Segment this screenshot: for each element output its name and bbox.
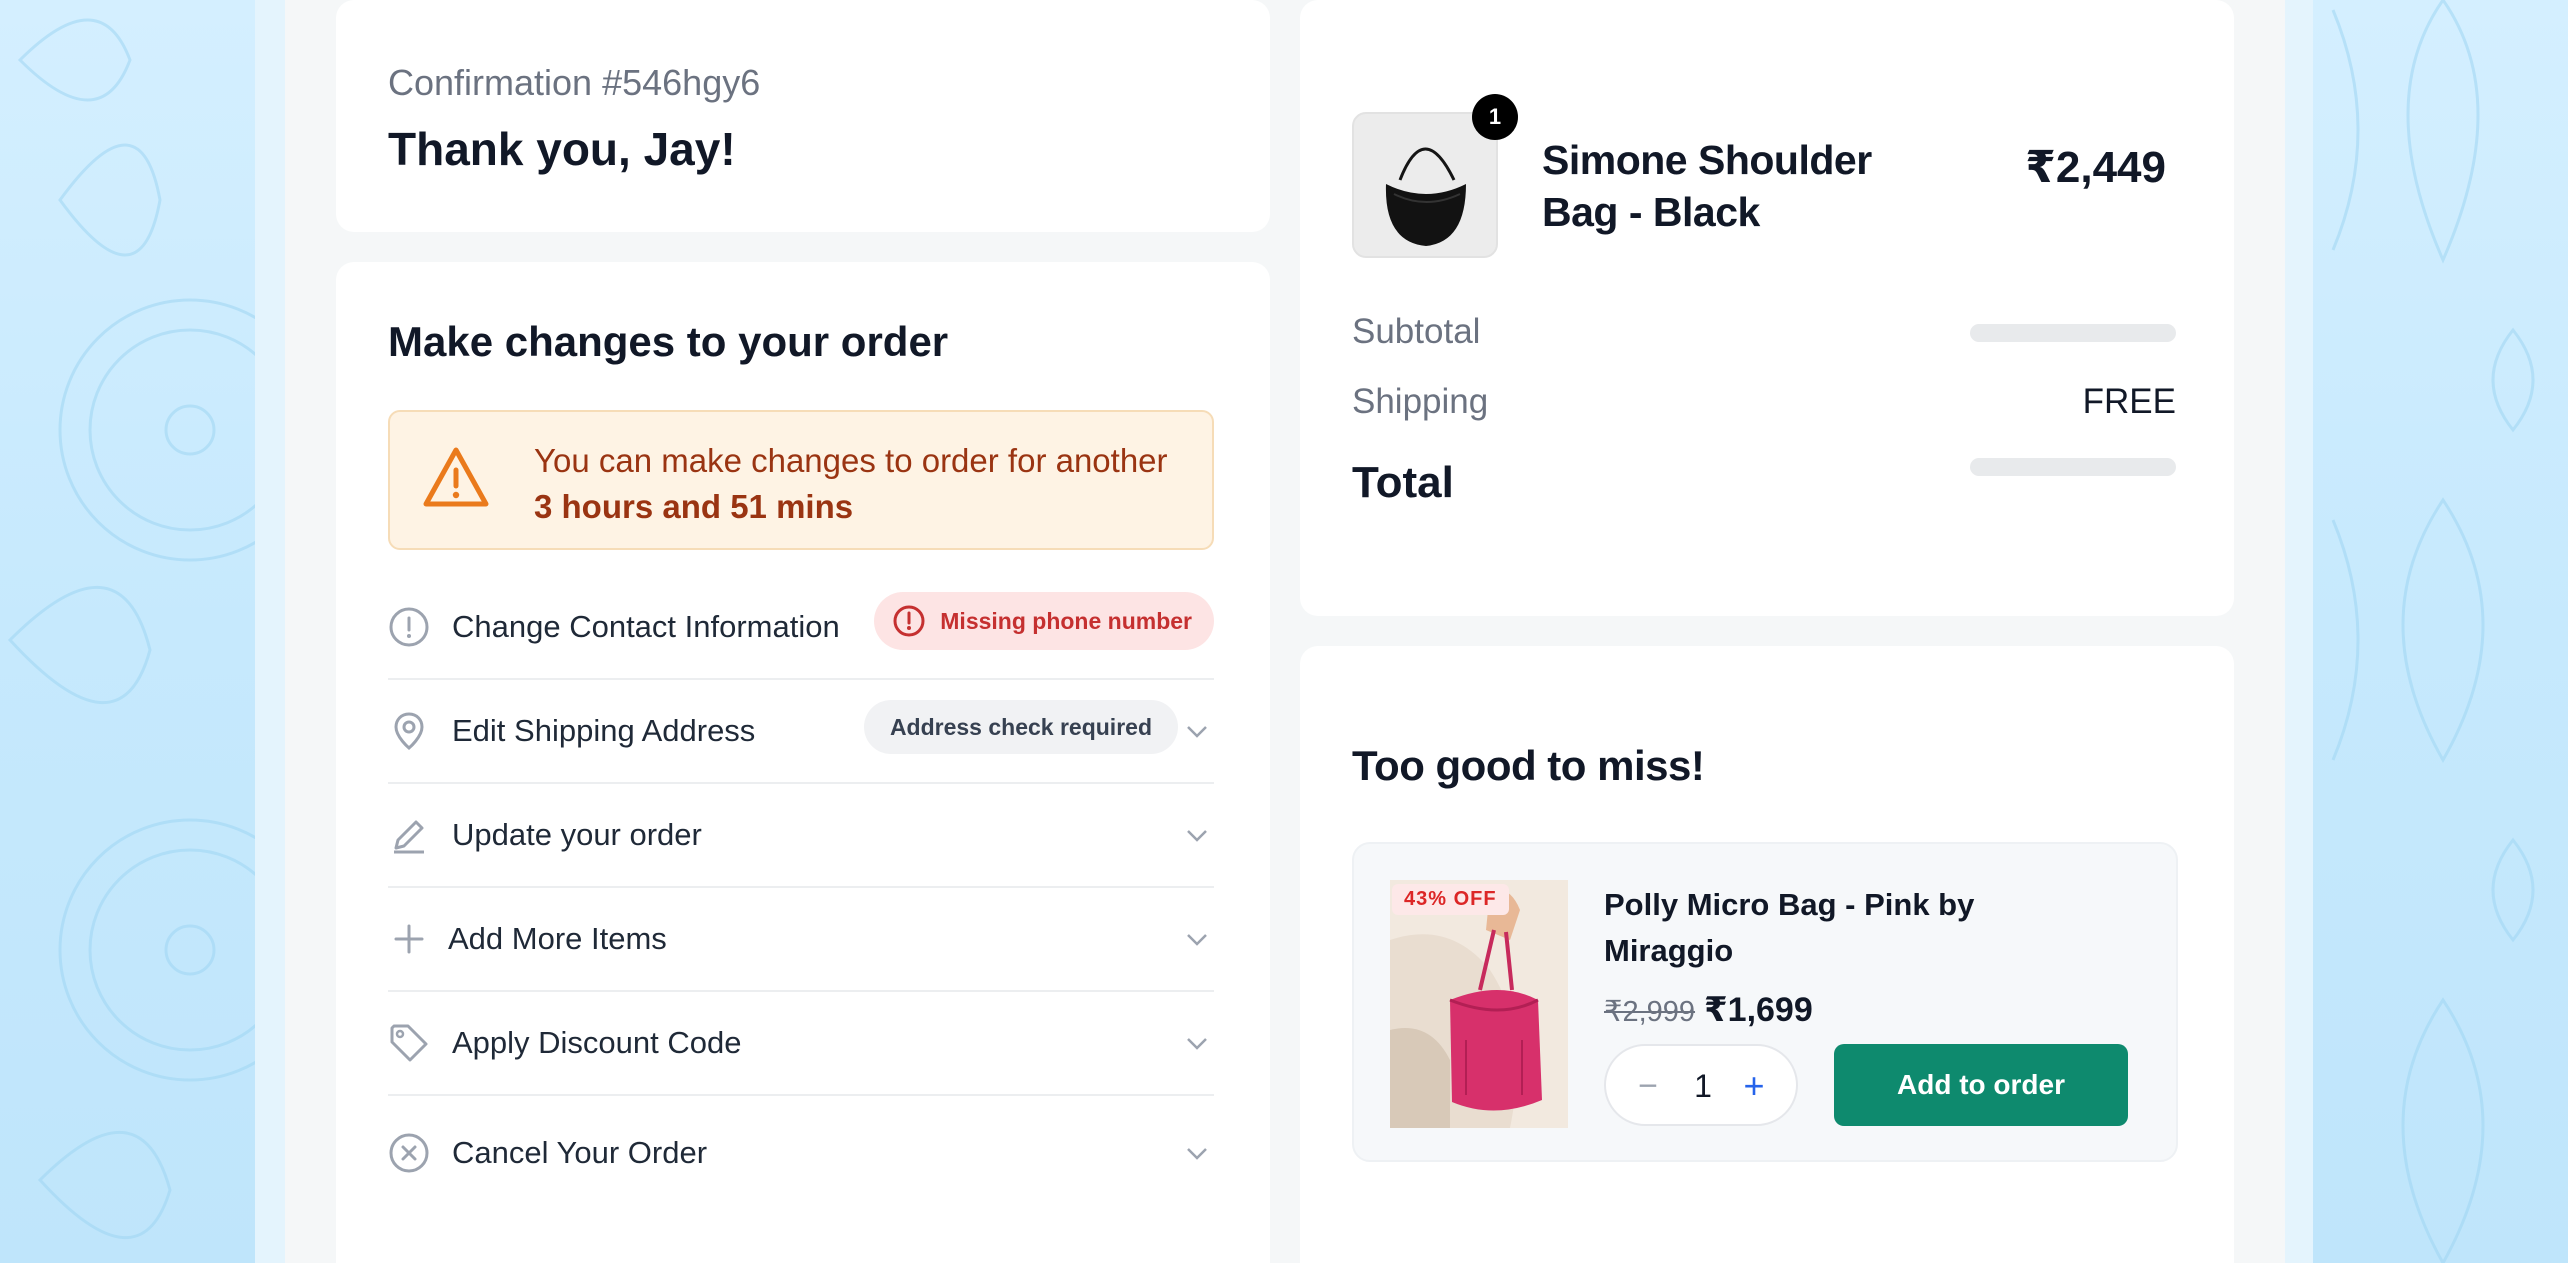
left-gutter [255,0,285,1263]
upsell-product: 43% OFF Polly Micro Bag - Pink by Miragg… [1352,842,2178,1162]
shipping-value: FREE [2082,382,2176,421]
row-apply-discount[interactable]: Apply Discount Code [388,992,1214,1096]
map-pin-icon [394,712,424,750]
left-decorative-pattern [0,0,285,1263]
row-label: Change Contact Information [452,609,840,644]
changes-title: Make changes to your order [388,318,949,365]
cart-quantity-badge: 1 [1472,94,1518,140]
order-changes-card: Make changes to your order You can make … [336,262,1270,1263]
subtotal-skeleton [1970,324,2176,342]
upsell-title: Too good to miss! [1352,742,1705,789]
tag-icon [390,1024,428,1062]
discount-tag: 43% OFF [1392,884,1509,915]
chevron-down-icon[interactable] [1184,926,1210,952]
product-price: ₹2,449 [2025,143,2166,192]
increase-quantity-button[interactable]: + [1734,1066,1774,1106]
row-label: Cancel Your Order [452,1135,708,1170]
shipping-label: Shipping [1352,382,1489,421]
total-skeleton [1970,458,2176,476]
row-label: Apply Discount Code [452,1025,742,1060]
subtotal-label: Subtotal [1352,312,1481,351]
row-label: Update your order [452,817,702,852]
alert-time: 3 hours and 51 mins [534,488,854,525]
x-circle-icon [389,1133,429,1173]
product-thumbnail [1352,112,1498,258]
add-to-order-button[interactable]: Add to order [1834,1044,2128,1126]
quantity-value: 1 [1694,1068,1712,1104]
confirmation-number: Confirmation #546hgy6 [388,62,761,103]
upsell-product-image[interactable]: 43% OFF [1390,880,1568,1128]
decrease-quantity-button[interactable]: − [1628,1066,1668,1106]
row-update-order[interactable]: Update your order [388,784,1214,888]
sale-price: ₹1,699 [1704,991,1813,1029]
right-gutter [2285,0,2315,1263]
chevron-down-icon[interactable] [1184,718,1210,744]
upsell-card: Too good to miss! 43% OFF Polly Micro Ba… [1300,646,2234,1263]
error-circle-icon [893,605,925,637]
original-price: ₹2,999 [1604,996,1696,1028]
address-check-badge: Address check required [863,700,1178,754]
order-summary-card: 1 Simone Shoulder Bag - Black ₹2,449 Sub… [1300,0,2234,616]
missing-phone-badge: Missing phone number [874,592,1214,650]
total-label: Total [1352,458,1454,507]
confirmation-card: Confirmation #546hgy6 Thank you, Jay! [336,0,1270,232]
product-name: Simone Shoulder Bag - Black [1542,137,1872,235]
badge-text: Missing phone number [940,608,1192,634]
pencil-icon [394,820,424,854]
time-remaining-alert: You can make changes to order for anothe… [388,410,1214,550]
thank-you-heading: Thank you, Jay! [388,123,736,175]
upsell-product-name[interactable]: Polly Micro Bag - Pink by Miraggio [1604,882,2024,974]
plus-icon [394,924,424,954]
row-label: Add More Items [448,921,667,956]
alert-prefix: You can make changes to order for anothe… [534,442,1168,479]
chevron-down-icon[interactable] [1184,1030,1210,1056]
row-add-items[interactable]: Add More Items [388,888,1214,992]
chevron-down-icon[interactable] [1184,822,1210,848]
chevron-down-icon[interactable] [1184,1140,1210,1166]
right-decorative-pattern [2313,0,2568,1263]
row-change-contact[interactable]: Change Contact Information Missing phone… [388,576,1214,680]
quantity-stepper: − 1 + [1604,1044,1798,1126]
warning-icon [423,447,489,507]
alert-circle-icon [389,607,429,647]
pink-bag-image [1390,880,1568,1128]
row-edit-shipping[interactable]: Edit Shipping Address Address check requ… [388,680,1214,784]
black-bag-image [1385,147,1466,246]
alert-message: You can make changes to order for anothe… [534,438,1174,530]
row-label: Edit Shipping Address [452,713,756,748]
row-cancel-order[interactable]: Cancel Your Order [388,1102,1214,1206]
